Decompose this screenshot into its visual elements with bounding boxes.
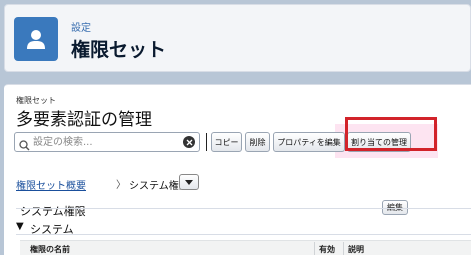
page-title: 権限セット [71, 39, 167, 61]
header-eyebrow[interactable]: 設定 [71, 19, 91, 34]
record-panel: 権限セット 多要素認証の管理 コピー 削除 プロパティを編集 割り当ての管理 [4, 84, 471, 255]
toolbar: コピー 削除 プロパティを編集 割り当ての管理 [14, 117, 471, 158]
column-divider [314, 242, 315, 255]
toolbar-separator [206, 133, 207, 151]
column-header-description: 説明 [348, 245, 364, 254]
subsection-label: システム [30, 223, 74, 236]
search-input[interactable] [33, 134, 179, 150]
highlight-box [345, 117, 437, 151]
chevron-down-icon [185, 179, 193, 185]
edit-properties-button[interactable]: プロパティを編集 [273, 132, 345, 152]
clear-search-icon[interactable] [183, 136, 195, 148]
copy-button[interactable]: コピー [211, 132, 242, 152]
search-field[interactable] [14, 132, 200, 152]
search-icon [19, 136, 30, 155]
breadcrumb-dropdown-button[interactable] [179, 174, 199, 190]
column-header-name: 権限の名前 [30, 245, 70, 254]
record-title: 多要素認証の管理 [16, 110, 152, 130]
user-icon [14, 17, 58, 61]
collapse-toggle-icon[interactable]: ▼ [16, 221, 24, 232]
section-divider [16, 208, 471, 209]
section-title: システム権限 [20, 205, 86, 218]
page-header: 設定 権限セット [4, 4, 471, 72]
breadcrumb-separator: 〉 [116, 180, 126, 191]
subsection-header[interactable]: ▼ システム [16, 221, 471, 236]
delete-button[interactable]: 削除 [245, 132, 270, 152]
breadcrumb-overview-link[interactable]: 権限セット概要 [16, 177, 86, 192]
column-divider [343, 242, 344, 255]
column-header-enabled: 有効 [319, 245, 335, 254]
table-header: 権限の名前 有効 説明 [20, 240, 471, 255]
